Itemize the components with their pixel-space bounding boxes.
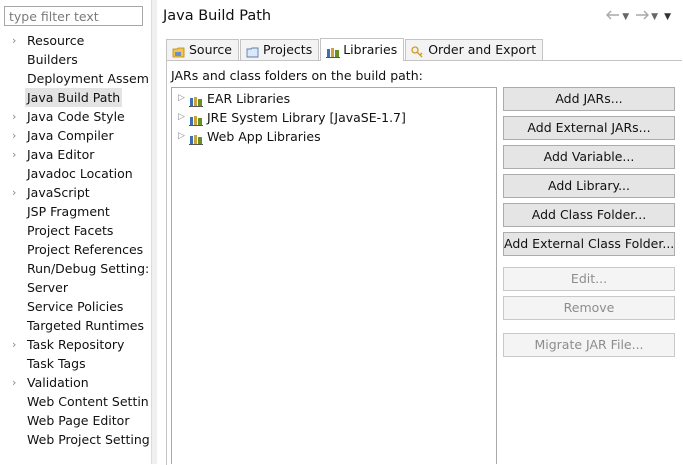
nav-item[interactable]: Deployment Assem xyxy=(0,69,151,88)
nav-item[interactable]: Javadoc Location xyxy=(0,164,151,183)
order-export-icon xyxy=(411,44,424,58)
nav-item[interactable]: › Validation xyxy=(0,373,151,392)
add-library-button[interactable]: Add Library... xyxy=(503,174,675,198)
nav-item[interactable]: › Task Repository xyxy=(0,335,151,354)
nav-item[interactable]: › Java Code Style xyxy=(0,107,151,126)
library-icon xyxy=(189,93,203,107)
libraries-tree[interactable]: ▷ EAR Libraries ▷ JRE System Library [Ja… xyxy=(171,87,497,464)
nav-item[interactable]: Project Facets xyxy=(0,221,151,240)
add-jars-button[interactable]: Add JARs... xyxy=(503,87,675,111)
add-class-folder-button[interactable]: Add Class Folder... xyxy=(503,203,675,227)
tree-item-jre-system-library[interactable]: ▷ JRE System Library [JavaSE-1.7] xyxy=(178,108,406,127)
expand-arrow-icon[interactable]: › xyxy=(12,126,22,145)
libraries-description: JARs and class folders on the build path… xyxy=(171,68,423,83)
expand-arrow-icon[interactable]: ▷ xyxy=(178,108,189,127)
source-folder-icon xyxy=(172,44,185,58)
nav-item[interactable]: Server xyxy=(0,278,151,297)
property-navigation-pane: ›Resource Builders Deployment Assem Java… xyxy=(0,0,151,464)
nav-item[interactable]: Targeted Runtimes xyxy=(0,316,151,335)
expand-arrow-icon[interactable]: › xyxy=(12,335,22,354)
add-variable-button[interactable]: Add Variable... xyxy=(503,145,675,169)
expand-arrow-icon[interactable]: › xyxy=(12,107,22,126)
tree-item-ear-libraries[interactable]: ▷ EAR Libraries xyxy=(178,89,290,108)
nav-item[interactable]: JSP Fragment xyxy=(0,202,151,221)
nav-item[interactable]: Service Policies xyxy=(0,297,151,316)
tab-order-and-export[interactable]: Order and Export xyxy=(405,39,544,60)
nav-item-java-build-path[interactable]: Java Build Path xyxy=(0,88,151,107)
projects-icon xyxy=(246,44,259,58)
nav-item[interactable]: Run/Debug Setting: xyxy=(0,259,151,278)
expand-arrow-icon[interactable]: › xyxy=(12,31,22,50)
edit-button[interactable]: Edit... xyxy=(503,267,675,291)
property-page: Java Build Path ▼ ▼ ▼ Source Projects Li… xyxy=(157,0,683,465)
view-menu-icon[interactable]: ▼ xyxy=(664,12,671,22)
property-page-list: › Resource Builders Deployment Assem Java… xyxy=(0,31,151,449)
expand-arrow-icon[interactable]: › xyxy=(12,183,22,202)
tree-item-web-app-libraries[interactable]: ▷ Web App Libraries xyxy=(178,127,321,146)
add-external-jars-button[interactable]: Add External JARs... xyxy=(503,116,675,140)
dropdown-icon[interactable]: ▼ xyxy=(622,12,629,22)
nav-item[interactable]: Web Project Setting xyxy=(0,430,151,449)
migrate-jar-file-button[interactable]: Migrate JAR File... xyxy=(503,333,675,357)
nav-item[interactable]: › Java Compiler xyxy=(0,126,151,145)
history-navigation: ▼ ▼ ▼ xyxy=(606,9,675,24)
filter-input[interactable] xyxy=(4,6,143,26)
tab-projects[interactable]: Projects xyxy=(239,39,320,60)
nav-item[interactable]: › Resource xyxy=(0,31,151,50)
page-header: Java Build Path ▼ ▼ ▼ xyxy=(157,0,683,34)
library-icon xyxy=(189,112,203,126)
expand-arrow-icon[interactable]: › xyxy=(12,373,22,392)
forward-arrow-icon[interactable] xyxy=(635,9,650,24)
libraries-icon xyxy=(326,44,341,58)
expand-arrow-icon[interactable]: ▷ xyxy=(178,89,189,108)
back-arrow-icon[interactable] xyxy=(606,9,620,24)
nav-item[interactable]: › JavaScript xyxy=(0,183,151,202)
nav-item[interactable]: Web Content Settin xyxy=(0,392,151,411)
remove-button[interactable]: Remove xyxy=(503,296,675,320)
tab-libraries[interactable]: Libraries xyxy=(320,38,405,61)
tab-bar: Source Projects Libraries Order and Expo… xyxy=(166,38,544,61)
dropdown-icon[interactable]: ▼ xyxy=(651,12,658,22)
expand-arrow-icon[interactable]: ▷ xyxy=(178,127,189,146)
nav-item[interactable]: Web Page Editor xyxy=(0,411,151,430)
nav-item[interactable]: Project References xyxy=(0,240,151,259)
expand-arrow-icon[interactable]: › xyxy=(12,145,22,164)
library-icon xyxy=(189,131,203,145)
tab-source[interactable]: Source xyxy=(166,39,239,60)
nav-item[interactable]: › Java Editor xyxy=(0,145,151,164)
page-title: Java Build Path xyxy=(163,8,272,24)
nav-item[interactable]: Builders xyxy=(0,50,151,69)
add-external-class-folder-button[interactable]: Add External Class Folder... xyxy=(503,232,675,256)
nav-item[interactable]: Task Tags xyxy=(0,354,151,373)
